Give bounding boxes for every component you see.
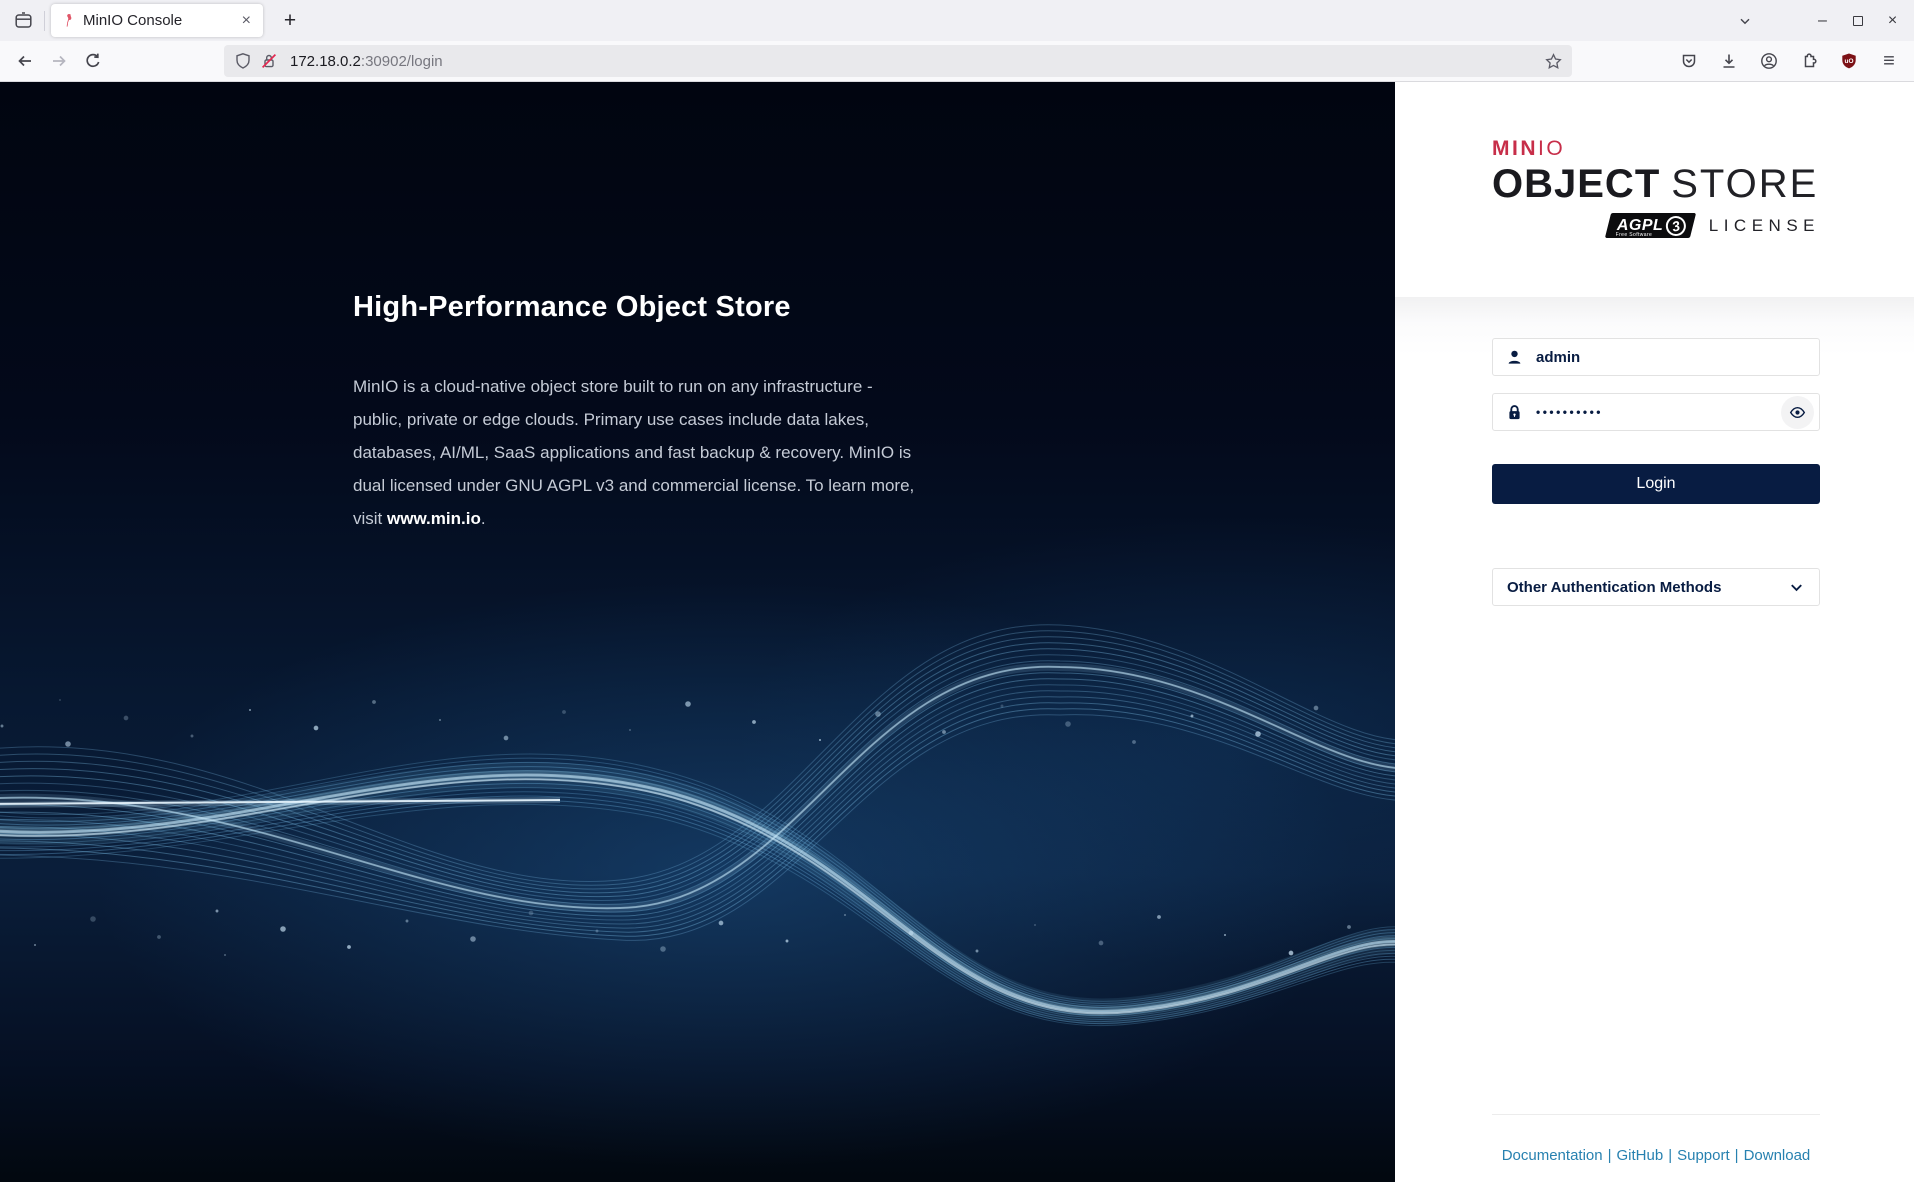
footer-separator: | xyxy=(1668,1147,1672,1164)
extensions-icon[interactable] xyxy=(1792,45,1826,77)
restore-button[interactable] xyxy=(1840,6,1875,36)
close-button[interactable]: × xyxy=(1875,6,1910,36)
minio-wordmark: MINIO xyxy=(1492,138,1914,159)
restore-icon xyxy=(1853,16,1863,26)
menu-icon[interactable]: ≡ xyxy=(1872,45,1906,77)
tab-separator xyxy=(44,11,45,31)
brand-store: STORE xyxy=(1671,164,1818,204)
footer-separator: | xyxy=(1735,1147,1739,1164)
user-icon xyxy=(1506,349,1523,366)
url-bar[interactable]: 172.18.0.2:30902/login xyxy=(224,45,1572,77)
password-input[interactable] xyxy=(1536,405,1768,419)
other-auth-methods[interactable]: Other Authentication Methods xyxy=(1492,568,1820,606)
lock-icon xyxy=(1506,404,1523,421)
svg-text:uO: uO xyxy=(1844,58,1853,65)
object-store-wordmark: OBJECT STORE xyxy=(1492,164,1820,204)
download-link[interactable]: Download xyxy=(1744,1147,1811,1164)
minio-link[interactable]: www.min.io xyxy=(387,509,481,528)
account-icon[interactable] xyxy=(1752,45,1786,77)
show-password-button[interactable] xyxy=(1781,396,1814,429)
github-link[interactable]: GitHub xyxy=(1617,1147,1664,1164)
hero-heading: High-Performance Object Store xyxy=(353,291,915,324)
brand-min: MIN xyxy=(1492,137,1538,160)
firefox-view-icon[interactable] xyxy=(8,6,38,36)
agpl-subtext: Free Software xyxy=(1616,232,1653,238)
brand-io: IO xyxy=(1538,137,1565,160)
minio-logo: MINIO OBJECT STORE AGPL 3 Free Software … xyxy=(1395,82,1914,297)
username-input[interactable] xyxy=(1536,349,1814,366)
download-icon[interactable] xyxy=(1712,45,1746,77)
login-panel: MINIO OBJECT STORE AGPL 3 Free Software … xyxy=(1395,82,1914,1182)
footer-divider xyxy=(1492,1114,1820,1115)
insecure-lock-icon xyxy=(260,52,278,70)
login-footer: Documentation|GitHub|Support|Download xyxy=(1492,1114,1820,1164)
license-text: LICENSE xyxy=(1709,216,1820,236)
back-button[interactable] xyxy=(8,45,42,77)
eye-icon xyxy=(1789,404,1806,421)
support-link[interactable]: Support xyxy=(1677,1147,1730,1164)
shield-icon xyxy=(234,52,252,70)
url-path: :30902/login xyxy=(361,53,443,70)
minimize-button[interactable]: – xyxy=(1805,6,1840,36)
hero-paragraph-text: MinIO is a cloud-native object store bui… xyxy=(353,377,914,528)
brand-object: OBJECT xyxy=(1492,164,1660,204)
tab-list-chevron-icon[interactable] xyxy=(1729,6,1761,36)
reload-button[interactable] xyxy=(76,45,110,77)
username-field[interactable] xyxy=(1492,338,1820,376)
hero-paragraph-suffix: . xyxy=(481,509,486,528)
tab-close-icon[interactable]: × xyxy=(240,12,253,30)
wave-graphic xyxy=(0,600,1395,1160)
footer-links: Documentation|GitHub|Support|Download xyxy=(1492,1147,1820,1164)
license-row: AGPL 3 Free Software LICENSE xyxy=(1492,213,1820,238)
documentation-link[interactable]: Documentation xyxy=(1502,1147,1603,1164)
agpl-badge: AGPL 3 Free Software xyxy=(1605,213,1697,238)
password-field[interactable] xyxy=(1492,393,1820,431)
window-controls: – × xyxy=(1805,6,1910,36)
chevron-down-icon xyxy=(1788,579,1805,596)
hero-panel: High-Performance Object Store MinIO is a… xyxy=(0,82,1395,1182)
login-form: Login Other Authentication Methods Docum… xyxy=(1395,297,1914,1182)
bookmark-star-icon[interactable] xyxy=(1545,53,1562,70)
new-tab-button[interactable]: + xyxy=(275,6,305,36)
url-host: 172.18.0.2 xyxy=(290,53,361,70)
hero-paragraph: MinIO is a cloud-native object store bui… xyxy=(353,370,915,535)
url-text: 172.18.0.2:30902/login xyxy=(290,53,1537,70)
login-button[interactable]: Login xyxy=(1492,464,1820,504)
tab-title: MinIO Console xyxy=(83,12,232,29)
navigation-toolbar: 172.18.0.2:30902/login xyxy=(0,41,1914,82)
minio-favicon xyxy=(61,13,75,28)
browser-tab[interactable]: MinIO Console × xyxy=(51,4,263,37)
other-auth-label: Other Authentication Methods xyxy=(1507,579,1721,596)
forward-button[interactable] xyxy=(42,45,76,77)
footer-separator: | xyxy=(1608,1147,1612,1164)
ublock-icon[interactable]: uO xyxy=(1832,45,1866,77)
toolbar-right: uO ≡ xyxy=(1672,45,1906,77)
agpl-version: 3 xyxy=(1665,214,1689,238)
tab-bar: MinIO Console × + – × xyxy=(0,0,1914,41)
pocket-icon[interactable] xyxy=(1672,45,1706,77)
